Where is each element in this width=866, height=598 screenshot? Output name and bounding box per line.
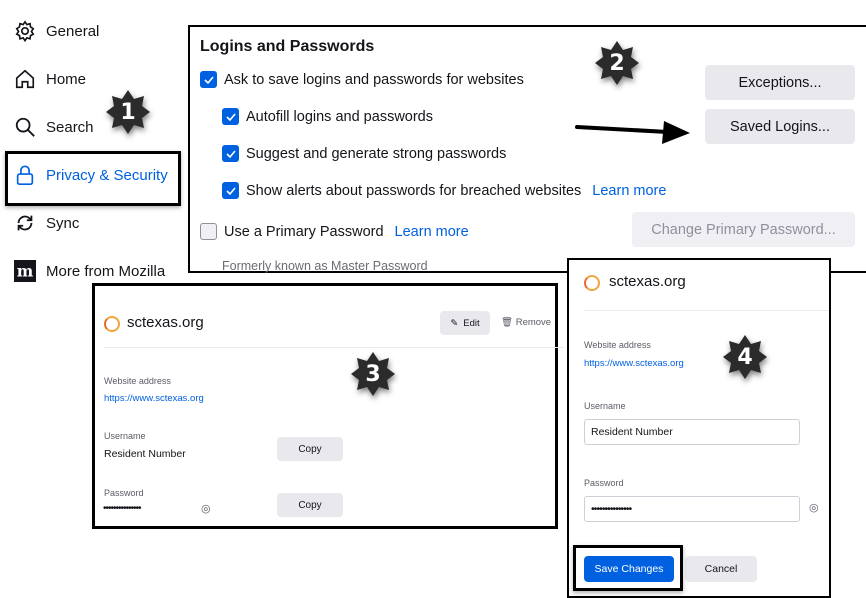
step-badge-1: 1 — [103, 87, 153, 137]
change-primary-password-button[interactable]: Change Primary Password... — [632, 212, 855, 247]
checkbox-checked-icon — [222, 145, 239, 162]
sidebar-item-home[interactable]: Home — [14, 67, 86, 91]
checkbox-checked-icon — [222, 182, 239, 199]
sidebar-item-label: General — [46, 22, 100, 40]
website-link[interactable]: https://www.sctexas.org — [584, 358, 684, 369]
lock-icon — [16, 165, 34, 185]
divider — [104, 347, 564, 348]
learn-more-link[interactable]: Learn more — [592, 183, 666, 199]
password-label: Password — [584, 478, 624, 488]
edit-button[interactable]: ✎ Edit — [440, 311, 490, 335]
eye-icon[interactable]: ◎ — [809, 501, 819, 514]
sync-icon — [17, 215, 33, 231]
password-value: ••••••••••••••• — [103, 503, 142, 514]
cancel-button[interactable]: Cancel — [685, 556, 757, 582]
username-label: Username — [104, 431, 146, 441]
sidebar-item-general[interactable]: General — [14, 19, 99, 43]
copy-password-button[interactable]: Copy — [277, 493, 343, 517]
sidebar-item-label: Search — [46, 118, 94, 136]
username-input[interactable]: Resident Number — [584, 419, 800, 445]
website-label: Website address — [104, 376, 171, 386]
exceptions-button[interactable]: Exceptions... — [705, 65, 855, 100]
checkbox-checked-icon — [200, 71, 217, 88]
suggest-passwords-checkbox[interactable]: Suggest and generate strong passwords — [222, 145, 506, 162]
site-title: sctexas.org — [609, 273, 686, 290]
site-favicon-icon — [104, 316, 120, 332]
sidebar-item-label: Home — [46, 70, 87, 88]
step-badge-3: 3 — [348, 349, 398, 399]
gear-icon — [15, 20, 35, 42]
trash-icon: 🗑 — [501, 317, 514, 328]
eye-icon[interactable]: ◎ — [201, 502, 211, 515]
website-label: Website address — [584, 340, 651, 350]
sidebar-item-search[interactable]: Search — [14, 115, 94, 139]
autofill-checkbox[interactable]: Autofill logins and passwords — [222, 108, 433, 125]
site-title: sctexas.org — [127, 314, 204, 331]
username-value: Resident Number — [104, 448, 186, 460]
sidebar-item-sync[interactable]: Sync — [14, 211, 79, 235]
saved-logins-button[interactable]: Saved Logins... — [705, 109, 855, 144]
pencil-icon: ✎ — [450, 317, 459, 329]
mozilla-icon: m — [14, 260, 36, 282]
primary-password-checkbox[interactable]: Use a Primary Password Learn more — [200, 223, 469, 240]
password-input[interactable]: ••••••••••••••• — [584, 496, 800, 522]
section-title: Logins and Passwords — [200, 38, 375, 55]
remove-button[interactable]: 🗑 Remove — [501, 317, 551, 328]
step-badge-2: 2 — [592, 38, 642, 88]
sidebar-item-more-from-mozilla[interactable]: m More from Mozilla — [14, 259, 165, 283]
divider — [584, 310, 829, 311]
username-label: Username — [584, 401, 626, 411]
highlight-box — [573, 545, 683, 591]
checkbox-checked-icon — [222, 108, 239, 125]
learn-more-link[interactable]: Learn more — [395, 224, 469, 240]
ask-to-save-checkbox[interactable]: Ask to save logins and passwords for web… — [200, 71, 524, 88]
login-detail-panel: sctexas.org ✎ Edit 🗑 Remove Website addre… — [92, 283, 564, 529]
checkbox-unchecked-icon — [200, 223, 217, 240]
sidebar-item-label: Sync — [46, 214, 80, 232]
website-link[interactable]: https://www.sctexas.org — [104, 393, 204, 404]
sidebar-item-privacy-security[interactable]: Privacy & Security — [14, 163, 168, 187]
search-icon — [15, 117, 35, 137]
breach-alerts-checkbox[interactable]: Show alerts about passwords for breached… — [222, 182, 666, 199]
password-label: Password — [104, 488, 144, 498]
sidebar-item-label: More from Mozilla — [46, 262, 166, 280]
copy-username-button[interactable]: Copy — [277, 437, 343, 461]
logins-passwords-panel: Logins and Passwords Ask to save logins … — [188, 25, 866, 273]
svg-text:m: m — [17, 262, 34, 281]
sidebar-item-label: Privacy & Security — [46, 166, 168, 184]
step-badge-4: 4 — [720, 332, 770, 382]
site-favicon-icon — [584, 275, 600, 291]
primary-password-note: Formerly known as Master Password — [222, 259, 428, 273]
home-icon — [15, 69, 35, 89]
